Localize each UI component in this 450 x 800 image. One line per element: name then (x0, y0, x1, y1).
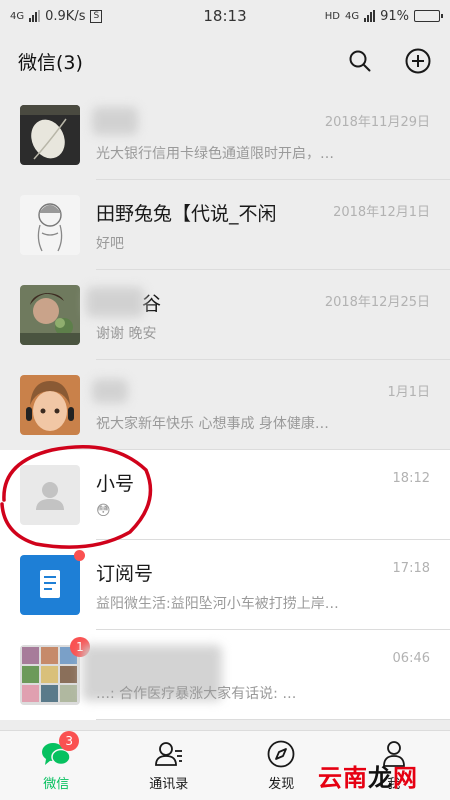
network-type-left: 4G (10, 10, 25, 22)
avatar-wrap (20, 550, 85, 615)
chat-item[interactable]: 2018年11月29日 光大银行信用卡绿色通道限时开启，… (0, 90, 450, 180)
chat-body: 订阅号 17:18 益阳微生活:益阳坠河小车被打捞上岸… (96, 555, 450, 615)
network-type-right: 4G (344, 10, 360, 22)
tab-chats[interactable]: 3 微信 (0, 731, 113, 800)
watermark-part-2: 龙 (368, 763, 393, 792)
watermark: 云南龙网 (318, 758, 418, 793)
chat-name: 田野兔兔【代说_不闲 (96, 203, 277, 225)
chat-preview: 😳 (96, 503, 111, 519)
status-bar: 4G 0.9K/s S 18:13 HD 4G 91% (0, 0, 450, 32)
tab-label: 发现 (268, 777, 295, 792)
blur-mask (92, 107, 138, 135)
app-header: 微信(3) (0, 32, 450, 90)
plus-circle-icon (405, 48, 431, 74)
chat-preview: 光大银行信用卡绿色通道限时开启，… (96, 146, 334, 162)
avatar-wrap: 1 (20, 637, 90, 705)
blur-mask (86, 287, 144, 317)
unread-dot (74, 550, 85, 561)
chat-body: 1月1日 祝大家新年快乐 心想事成 身体健康… (92, 375, 450, 435)
avatar-wrap (20, 195, 80, 255)
avatar (20, 285, 80, 345)
status-left: 4G 0.9K/s S (10, 8, 103, 24)
chat-body: 田野兔兔【代说_不闲 2018年12月1日 好吧 (96, 195, 450, 255)
battery-percent: 91% (380, 8, 409, 24)
group-avatar (20, 645, 80, 705)
chat-item[interactable]: 田野兔兔【代说_不闲 2018年12月1日 好吧 (0, 180, 450, 270)
chat-time: 2018年11月29日 (324, 115, 430, 130)
battery-icon (414, 10, 443, 22)
hd-label: HD (324, 10, 340, 22)
search-button[interactable] (346, 47, 374, 75)
contacts-icon (154, 742, 182, 766)
subscription-icon (20, 555, 80, 615)
tab-label: 通讯录 (149, 777, 189, 792)
chat-body: 谷 2018年12月25日 谢谢 晚安 (86, 285, 450, 345)
chat-time: 1月1日 (387, 385, 430, 400)
compass-icon (267, 740, 295, 768)
status-right: HD 4G 91% (324, 8, 443, 24)
avatar-wrap (20, 375, 80, 435)
avatar-wrap (20, 465, 80, 525)
chat-preview: 好吧 (96, 236, 124, 252)
chat-item[interactable]: 1月1日 祝大家新年快乐 心想事成 身体健康… (0, 360, 450, 450)
search-icon (349, 50, 371, 72)
chat-item[interactable]: 订阅号 17:18 益阳微生活:益阳坠河小车被打捞上岸… (0, 540, 450, 630)
chat-preview: 祝大家新年快乐 心想事成 身体健康… (96, 416, 329, 432)
chat-item[interactable]: 谷 2018年12月25日 谢谢 晚安 (0, 270, 450, 360)
chat-preview: 谢谢 晚安 (96, 326, 157, 342)
signal-icon (29, 10, 41, 22)
status-time: 18:13 (203, 7, 247, 25)
chat-time: 2018年12月25日 (324, 295, 430, 310)
blur-mask (92, 379, 128, 403)
avatar (20, 105, 80, 165)
chat-time: 06:46 (392, 651, 430, 666)
chat-name: 小号 (96, 473, 135, 495)
signal-icon-2 (364, 10, 376, 22)
chat-name: 谷 (142, 293, 162, 315)
avatar-wrap (20, 105, 80, 165)
header-actions (346, 47, 432, 75)
page-title: 微信(3) (18, 51, 83, 74)
tab-label: 微信 (43, 777, 70, 792)
add-button[interactable] (404, 47, 432, 75)
chat-body: 2018年11月29日 光大银行信用卡绿色通道限时开启，… (92, 105, 450, 165)
watermark-part-1: 云南 (318, 763, 368, 792)
avatar (20, 195, 80, 255)
chat-item[interactable]: 小号 18:12 😳 (0, 450, 450, 540)
chat-time: 17:18 (392, 561, 430, 576)
tab-discover-icon-wrap (266, 739, 296, 769)
chat-name: 订阅号 (96, 563, 154, 585)
chat-time: 18:12 (392, 471, 430, 486)
chat-time: 2018年12月1日 (333, 205, 430, 220)
s-box-icon: S (90, 9, 103, 23)
default-avatar-icon (20, 465, 80, 525)
chat-body: 06:46 …: 合作医疗暴涨大家有话说: … (82, 645, 450, 705)
tab-chats-icon-wrap: 3 (41, 731, 80, 769)
chat-preview: 益阳微生活:益阳坠河小车被打捞上岸… (96, 596, 339, 612)
watermark-part-3: 网 (393, 763, 418, 792)
tab-contacts-icon-wrap (154, 739, 184, 769)
chat-item[interactable]: 1 06:46 …: 合作医疗暴涨大家有话说: … (0, 630, 450, 720)
tab-contacts[interactable]: 通讯录 (113, 731, 226, 800)
tab-badge: 3 (59, 731, 80, 751)
chat-preview: …: 合作医疗暴涨大家有话说: … (96, 686, 297, 702)
avatar (20, 375, 80, 435)
chat-list: 2018年11月29日 光大银行信用卡绿色通道限时开启，… 田野兔兔【代说_不闲… (0, 90, 450, 720)
network-speed: 0.9K/s (45, 8, 86, 24)
avatar-wrap (20, 285, 80, 345)
chat-body: 小号 18:12 😳 (96, 465, 450, 525)
